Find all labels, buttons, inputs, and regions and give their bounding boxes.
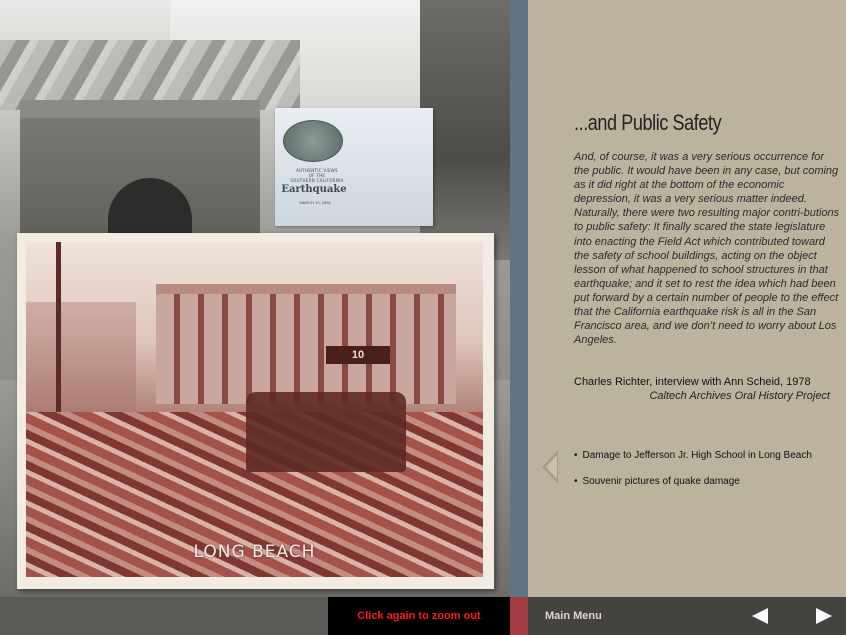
bottom-bar-left bbox=[0, 597, 328, 635]
bullet-icon: • bbox=[574, 450, 578, 461]
background-ruin bbox=[420, 0, 510, 260]
envelope-emblem bbox=[283, 120, 343, 162]
quote-attribution: Charles Richter, interview with Ann Sche… bbox=[574, 376, 811, 388]
quote-source: Caltech Archives Oral History Project bbox=[649, 390, 830, 402]
souvenir-envelope-image[interactable]: AUTHENTIC VIEWS OF THE SOUTHERN CALIFORN… bbox=[275, 108, 433, 226]
photo-crushed-car bbox=[246, 392, 406, 472]
right-arrow-icon[interactable] bbox=[816, 608, 832, 624]
envelope-subtitle: AUTHENTIC VIEWS OF THE SOUTHERN CALIFORN… bbox=[287, 168, 347, 183]
link-label: Damage to Jefferson Jr. High School in L… bbox=[582, 450, 812, 461]
photo-building-main bbox=[156, 294, 456, 404]
photo-building-left bbox=[26, 302, 136, 422]
photo-store-sign: 10 bbox=[326, 346, 390, 364]
long-beach-damage-photo[interactable]: 10 LONG BEACH bbox=[26, 242, 483, 577]
page-title: ...and Public Safety bbox=[574, 110, 722, 135]
zoom-out-button[interactable]: Click again to zoom out bbox=[328, 597, 510, 635]
envelope-title: Earthquake bbox=[281, 184, 347, 195]
photo-utility-pole bbox=[56, 242, 61, 432]
link-souvenir-pictures[interactable]: • Souvenir pictures of quake damage bbox=[574, 476, 740, 487]
accent-block bbox=[510, 597, 528, 635]
navigation-bar: Main Menu bbox=[528, 597, 846, 635]
photo-caption: LONG BEACH bbox=[193, 542, 316, 562]
left-arrow-icon[interactable] bbox=[752, 608, 768, 624]
back-arrow-icon-inner bbox=[546, 455, 557, 479]
photo-collage: AUTHENTIC VIEWS OF THE SOUTHERN CALIFORN… bbox=[0, 0, 510, 597]
zoomed-photo[interactable]: 10 LONG BEACH bbox=[17, 233, 494, 589]
vertical-divider bbox=[510, 0, 528, 597]
link-jefferson-school-damage[interactable]: • Damage to Jefferson Jr. High School in … bbox=[574, 450, 812, 461]
text-panel: ...and Public Safety And, of course, it … bbox=[528, 0, 846, 597]
main-menu-button[interactable]: Main Menu bbox=[545, 597, 602, 635]
envelope-date: MARCH 10, 1933 bbox=[299, 200, 331, 205]
envelope-line-3: SOUTHERN CALIFORNIA bbox=[290, 178, 344, 183]
bullet-icon: • bbox=[574, 476, 578, 487]
link-label: Souvenir pictures of quake damage bbox=[582, 476, 740, 487]
quote-text: And, of course, it was a very serious oc… bbox=[574, 151, 840, 347]
